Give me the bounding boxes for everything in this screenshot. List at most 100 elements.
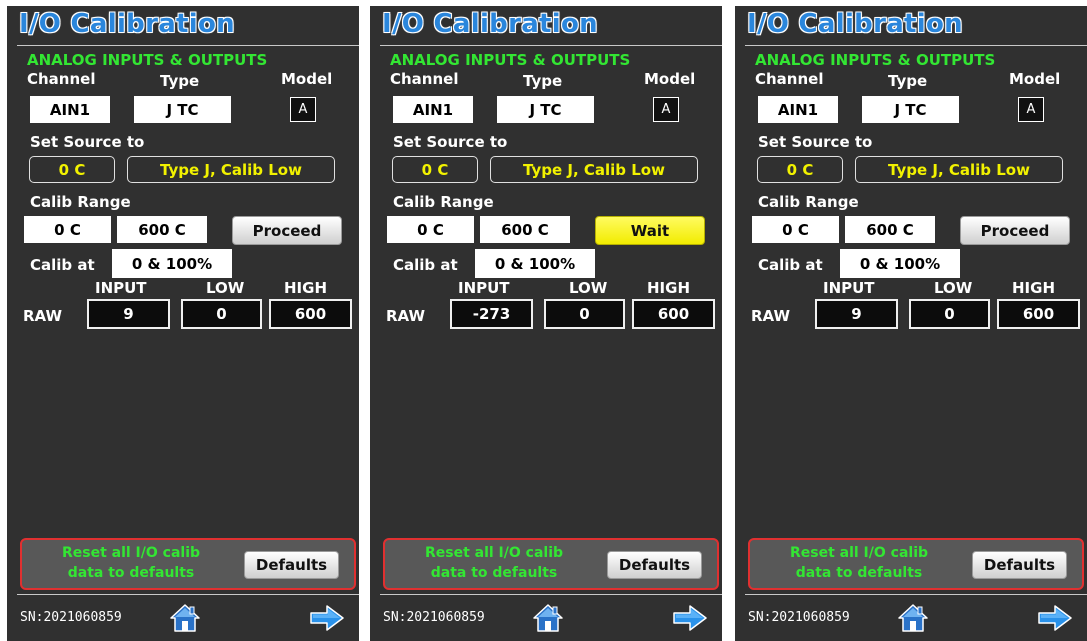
channel-header: Channel bbox=[390, 70, 459, 88]
title-divider bbox=[745, 45, 1087, 46]
calib-range-label: Calib Range bbox=[30, 193, 131, 211]
raw-high-header: HIGH bbox=[647, 279, 691, 297]
defaults-button[interactable]: Defaults bbox=[244, 551, 339, 579]
title-divider bbox=[17, 45, 359, 46]
arrow-right-icon[interactable] bbox=[1038, 605, 1072, 631]
range-high-field[interactable]: 600 C bbox=[117, 216, 207, 243]
raw-label: RAW bbox=[386, 307, 426, 325]
screen-title: I/O Calibration bbox=[382, 9, 598, 39]
raw-high-header: HIGH bbox=[1012, 279, 1056, 297]
calib-range-label: Calib Range bbox=[393, 193, 494, 211]
source-value: 0 C bbox=[757, 156, 843, 183]
wait-button[interactable]: Wait bbox=[595, 216, 705, 245]
footer-divider bbox=[17, 594, 359, 595]
io-calibration-screen: I/O Calibration ANALOG INPUTS & OUTPUTS … bbox=[7, 6, 359, 641]
calib-at-field[interactable]: 0 & 100% bbox=[112, 249, 232, 278]
range-low-field[interactable]: 0 C bbox=[387, 216, 474, 243]
section-heading: ANALOG INPUTS & OUTPUTS bbox=[755, 51, 996, 69]
io-calibration-screen: I/O Calibration ANALOG INPUTS & OUTPUTS … bbox=[370, 6, 722, 641]
reset-description: Reset all I/O calib data to defaults bbox=[761, 543, 957, 583]
model-header: Model bbox=[281, 70, 333, 88]
footer-divider bbox=[745, 594, 1087, 595]
range-low-field[interactable]: 0 C bbox=[24, 216, 111, 243]
raw-high-value: 600 bbox=[632, 299, 715, 329]
arrow-right-icon[interactable] bbox=[310, 605, 344, 631]
raw-input-header: INPUT bbox=[823, 279, 875, 297]
type-field[interactable]: J TC bbox=[134, 96, 231, 123]
reset-description: Reset all I/O calib data to defaults bbox=[33, 543, 229, 583]
type-header: Type bbox=[160, 72, 200, 90]
type-field[interactable]: J TC bbox=[497, 96, 594, 123]
home-icon[interactable] bbox=[170, 603, 200, 633]
set-source-label: Set Source to bbox=[30, 133, 145, 151]
source-description: Type J, Calib Low bbox=[127, 156, 335, 183]
raw-input-value: 9 bbox=[815, 299, 898, 329]
serial-number: SN:2021060859 bbox=[748, 610, 850, 625]
raw-low-value: 0 bbox=[181, 299, 262, 329]
io-calibration-screen: I/O Calibration ANALOG INPUTS & OUTPUTS … bbox=[735, 6, 1087, 641]
screen-title: I/O Calibration bbox=[19, 9, 235, 39]
channel-header: Channel bbox=[27, 70, 96, 88]
raw-input-header: INPUT bbox=[458, 279, 510, 297]
range-low-field[interactable]: 0 C bbox=[752, 216, 839, 243]
raw-low-value: 0 bbox=[909, 299, 990, 329]
footer-divider bbox=[380, 594, 722, 595]
home-icon[interactable] bbox=[533, 603, 563, 633]
model-field[interactable]: A bbox=[1018, 97, 1044, 122]
section-heading: ANALOG INPUTS & OUTPUTS bbox=[27, 51, 268, 69]
range-high-field[interactable]: 600 C bbox=[480, 216, 570, 243]
calib-at-field[interactable]: 0 & 100% bbox=[475, 249, 595, 278]
proceed-button[interactable]: Proceed bbox=[232, 216, 342, 245]
model-field[interactable]: A bbox=[653, 97, 679, 122]
raw-low-header: LOW bbox=[934, 279, 973, 297]
proceed-button[interactable]: Proceed bbox=[960, 216, 1070, 245]
defaults-button[interactable]: Defaults bbox=[607, 551, 702, 579]
raw-low-value: 0 bbox=[544, 299, 625, 329]
raw-input-value: 9 bbox=[87, 299, 170, 329]
channel-field[interactable]: AIN1 bbox=[393, 96, 473, 123]
reset-description: Reset all I/O calib data to defaults bbox=[396, 543, 592, 583]
reset-description-line-1: Reset all I/O calib bbox=[61, 545, 201, 561]
calib-at-field[interactable]: 0 & 100% bbox=[840, 249, 960, 278]
source-description: Type J, Calib Low bbox=[855, 156, 1063, 183]
serial-number: SN:2021060859 bbox=[383, 610, 485, 625]
arrow-right-icon[interactable] bbox=[673, 605, 707, 631]
type-header: Type bbox=[888, 72, 928, 90]
channel-field[interactable]: AIN1 bbox=[758, 96, 838, 123]
model-field[interactable]: A bbox=[290, 97, 316, 122]
model-header: Model bbox=[1009, 70, 1061, 88]
type-field[interactable]: J TC bbox=[862, 96, 959, 123]
raw-input-header: INPUT bbox=[95, 279, 147, 297]
raw-low-header: LOW bbox=[206, 279, 245, 297]
source-value: 0 C bbox=[392, 156, 478, 183]
reset-description-line-2: data to defaults bbox=[795, 565, 923, 581]
source-value: 0 C bbox=[29, 156, 115, 183]
raw-input-value: -273 bbox=[450, 299, 533, 329]
raw-high-value: 600 bbox=[997, 299, 1080, 329]
raw-label: RAW bbox=[751, 307, 791, 325]
reset-description-line-1: Reset all I/O calib bbox=[789, 545, 929, 561]
defaults-button[interactable]: Defaults bbox=[972, 551, 1067, 579]
raw-high-header: HIGH bbox=[284, 279, 328, 297]
home-icon[interactable] bbox=[898, 603, 928, 633]
section-heading: ANALOG INPUTS & OUTPUTS bbox=[390, 51, 631, 69]
calib-at-label: Calib at bbox=[758, 256, 823, 274]
channel-header: Channel bbox=[755, 70, 824, 88]
range-high-field[interactable]: 600 C bbox=[845, 216, 935, 243]
calib-at-label: Calib at bbox=[393, 256, 458, 274]
raw-high-value: 600 bbox=[269, 299, 352, 329]
type-header: Type bbox=[523, 72, 563, 90]
source-description: Type J, Calib Low bbox=[490, 156, 698, 183]
title-divider bbox=[380, 45, 722, 46]
set-source-label: Set Source to bbox=[758, 133, 873, 151]
calib-at-label: Calib at bbox=[30, 256, 95, 274]
calib-range-label: Calib Range bbox=[758, 193, 859, 211]
channel-field[interactable]: AIN1 bbox=[30, 96, 110, 123]
screen-title: I/O Calibration bbox=[747, 9, 963, 39]
reset-description-line-1: Reset all I/O calib bbox=[424, 545, 564, 561]
reset-description-line-2: data to defaults bbox=[430, 565, 558, 581]
serial-number: SN:2021060859 bbox=[20, 610, 122, 625]
reset-description-line-2: data to defaults bbox=[67, 565, 195, 581]
set-source-label: Set Source to bbox=[393, 133, 508, 151]
raw-low-header: LOW bbox=[569, 279, 608, 297]
